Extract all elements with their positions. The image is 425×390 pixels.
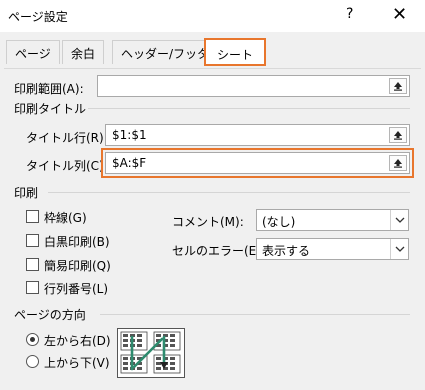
comments-label: コメント(M): <box>172 215 244 229</box>
collapse-icon <box>394 159 402 168</box>
dialog-title: ページ設定 <box>8 10 68 24</box>
print-divider <box>48 192 410 193</box>
cell-errors-select[interactable]: 表示する <box>256 238 409 260</box>
print-area-collapse-button[interactable] <box>389 78 407 94</box>
title-rows-value: $1:$1 <box>112 128 147 142</box>
title-columns-value: $A:$F <box>112 156 147 170</box>
black-white-label: 白黒印刷(B) <box>44 235 110 249</box>
page-order-preview-icon <box>117 328 185 378</box>
row-col-headings-label: 行列番号(L) <box>44 282 109 296</box>
page-order-section-label: ページの方向 <box>14 308 86 322</box>
title-columns-label: タイトル列(C): <box>26 159 108 173</box>
tab-margins[interactable]: 余白 <box>62 40 105 64</box>
print-titles-divider <box>88 108 410 109</box>
print-area-label: 印刷範囲(A): <box>14 82 84 96</box>
title-columns-field[interactable]: $A:$F <box>105 152 410 174</box>
cell-errors-value: 表示する <box>262 244 311 258</box>
title-bar: ページ設定 ? ✕ <box>0 0 425 32</box>
title-rows-label: タイトル行(R): <box>26 131 108 145</box>
collapse-icon <box>394 82 402 91</box>
draft-quality-label: 簡易印刷(Q) <box>44 259 111 273</box>
comments-value: (なし) <box>262 215 296 229</box>
print-titles-section-label: 印刷タイトル <box>14 102 87 116</box>
title-rows-field[interactable]: $1:$1 <box>105 124 410 146</box>
cell-errors-label: セルのエラー(E): <box>172 244 265 258</box>
left-to-right-radio[interactable] <box>26 333 39 346</box>
page-order-divider <box>100 314 410 315</box>
left-to-right-label: 左から右(D) <box>44 334 111 348</box>
tab-sheet[interactable]: シート <box>204 38 266 66</box>
collapse-icon <box>394 131 402 140</box>
title-rows-collapse-button[interactable] <box>389 127 407 143</box>
gridlines-checkbox[interactable] <box>26 210 39 223</box>
top-to-bottom-radio[interactable] <box>26 355 39 368</box>
chevron-down-icon <box>390 210 408 230</box>
top-to-bottom-label: 上から下(V) <box>44 356 110 370</box>
title-columns-collapse-button[interactable] <box>389 155 407 171</box>
chevron-down-icon <box>390 239 408 259</box>
row-col-headings-checkbox[interactable] <box>26 281 39 294</box>
gridlines-label: 枠線(G) <box>44 211 87 225</box>
print-area-field[interactable] <box>97 75 410 97</box>
black-white-checkbox[interactable] <box>26 234 39 247</box>
close-button[interactable]: ✕ <box>392 4 407 25</box>
help-button[interactable]: ? <box>346 6 353 22</box>
print-section-label: 印刷 <box>14 186 39 200</box>
draft-quality-checkbox[interactable] <box>26 258 39 271</box>
comments-select[interactable]: (なし) <box>256 209 409 231</box>
tab-strip: ページ 余白 ヘッダー/フッター シート <box>0 36 425 68</box>
tab-page[interactable]: ページ <box>6 40 60 64</box>
